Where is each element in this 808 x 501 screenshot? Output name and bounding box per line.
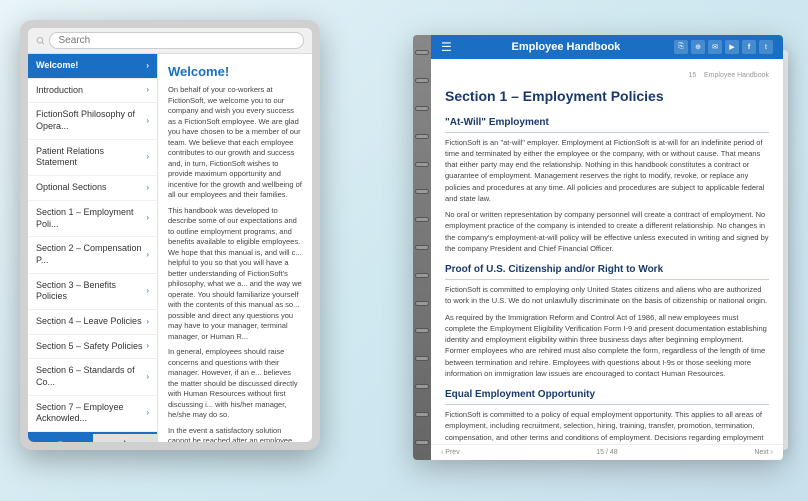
sidebar-item-section4[interactable]: Section 4 – Leave Policies › (28, 310, 157, 335)
next-button[interactable]: Next › (754, 449, 773, 456)
spine-ring (415, 328, 429, 333)
laptop-content: Welcome! › Introduction › FictionSoft Ph… (28, 54, 312, 442)
book-menu-icon[interactable]: ☰ (441, 40, 452, 54)
sidebar-item-optional[interactable]: Optional Sections › (28, 176, 157, 201)
laptop-screen: Welcome! › Introduction › FictionSoft Ph… (28, 28, 312, 442)
sidebar-item-section6[interactable]: Section 6 – Standards of Co... › (28, 359, 157, 395)
section-heading: Section 1 – Employment Policies (445, 86, 769, 107)
atwill-heading: "At-Will" Employment (445, 115, 769, 133)
chevron-icon: › (146, 183, 149, 193)
book-title: Employee Handbook (458, 41, 674, 53)
welcome-para-1: On behalf of your co-workers at FictionS… (168, 85, 302, 201)
sidebar-bottom: ≡ Contents ★ Favorites (28, 432, 157, 442)
spine-ring (415, 78, 429, 83)
chevron-icon: › (146, 317, 149, 327)
welcome-para-4: In the event a satisfactory solution can… (168, 426, 302, 443)
spine-ring (415, 50, 429, 55)
sidebar-item-section3[interactable]: Section 3 – Benefits Policies › (28, 274, 157, 310)
page-counter: 15 / 48 (596, 449, 617, 456)
sidebar-item-section7[interactable]: Section 7 – Employee Acknowled... › (28, 396, 157, 432)
sidebar-item-welcome[interactable]: Welcome! › (28, 54, 157, 79)
email-icon-btn[interactable]: ✉ (708, 40, 722, 54)
book-footer: ‹ Prev 15 / 48 Next › (431, 444, 783, 460)
chevron-icon: › (146, 152, 149, 162)
welcome-para-3: In general, employees should raise conce… (168, 347, 302, 421)
book-frame: ☰ Employee Handbook ⎘ ⊕ ✉ ▶ f t 15 Emplo… (413, 35, 783, 460)
spine-ring (415, 189, 429, 194)
welcome-heading: Welcome! (168, 64, 302, 79)
spine-ring (415, 412, 429, 417)
sidebar-item-section5[interactable]: Section 5 – Safety Policies › (28, 335, 157, 360)
copy-icon-btn[interactable]: ⎘ (674, 40, 688, 54)
search-icon (36, 36, 45, 46)
book-header-icons: ⎘ ⊕ ✉ ▶ f t (674, 40, 773, 54)
favorites-button[interactable]: ★ Favorites (93, 434, 158, 442)
spine-ring (415, 162, 429, 167)
chevron-icon: › (146, 286, 149, 296)
sidebar-item-section2[interactable]: Section 2 – Compensation P... › (28, 237, 157, 273)
page-info: 15 Employee Handbook (445, 71, 769, 82)
spine-ring (415, 134, 429, 139)
book-pages: ☰ Employee Handbook ⎘ ⊕ ✉ ▶ f t 15 Emplo… (431, 35, 783, 460)
zoom-icon-btn[interactable]: ⊕ (691, 40, 705, 54)
spine-ring (415, 356, 429, 361)
twitter-icon-btn[interactable]: t (759, 40, 773, 54)
book-spine (413, 35, 431, 460)
laptop-frame: Welcome! › Introduction › FictionSoft Ph… (20, 20, 320, 450)
chevron-icon: › (146, 341, 149, 351)
spine-ring (415, 106, 429, 111)
sidebar-item-section1[interactable]: Section 1 – Employment Poli... › (28, 201, 157, 237)
sidebar-item-philosophy[interactable]: FictionSoft Philosophy of Opera... › (28, 103, 157, 139)
play-icon-btn[interactable]: ▶ (725, 40, 739, 54)
citizenship-text-2: As required by the Immigration Reform an… (445, 312, 769, 380)
chevron-icon: › (146, 61, 149, 71)
search-input[interactable] (49, 32, 304, 49)
chevron-icon: › (146, 372, 149, 382)
chevron-icon: › (146, 408, 149, 418)
welcome-para-2: This handbook was developed to describe … (168, 206, 302, 343)
eeo-text: FictionSoft is committed to a policy of … (445, 409, 769, 444)
book-header: ☰ Employee Handbook ⎘ ⊕ ✉ ▶ f t (431, 35, 783, 59)
prev-button[interactable]: ‹ Prev (441, 449, 460, 456)
search-bar (28, 28, 312, 54)
facebook-icon-btn[interactable]: f (742, 40, 756, 54)
chevron-icon: › (146, 116, 149, 126)
spine-ring (415, 245, 429, 250)
chevron-icon: › (146, 250, 149, 260)
atwill-text: FictionSoft is an "at-will" employer. Em… (445, 137, 769, 205)
spine-ring (415, 217, 429, 222)
citizenship-text: FictionSoft is committed to employing on… (445, 284, 769, 307)
chevron-icon: › (146, 85, 149, 95)
sidebar-item-patient-relations[interactable]: Patient Relations Statement › (28, 140, 157, 176)
eeo-heading: Equal Employment Opportunity (445, 387, 769, 405)
atwill-text-2: No oral or written representation by com… (445, 209, 769, 254)
contents-button[interactable]: ≡ Contents (28, 434, 93, 442)
spine-ring (415, 273, 429, 278)
citizenship-heading: Proof of U.S. Citizenship and/or Right t… (445, 262, 769, 280)
welcome-content: Welcome! On behalf of your co-workers at… (158, 54, 312, 442)
spine-ring (415, 440, 429, 445)
sidebar: Welcome! › Introduction › FictionSoft Ph… (28, 54, 158, 442)
chevron-icon: › (146, 213, 149, 223)
book-body: 15 Employee Handbook Section 1 – Employm… (431, 59, 783, 444)
sidebar-item-introduction[interactable]: Introduction › (28, 79, 157, 104)
spine-ring (415, 301, 429, 306)
spine-ring (415, 384, 429, 389)
